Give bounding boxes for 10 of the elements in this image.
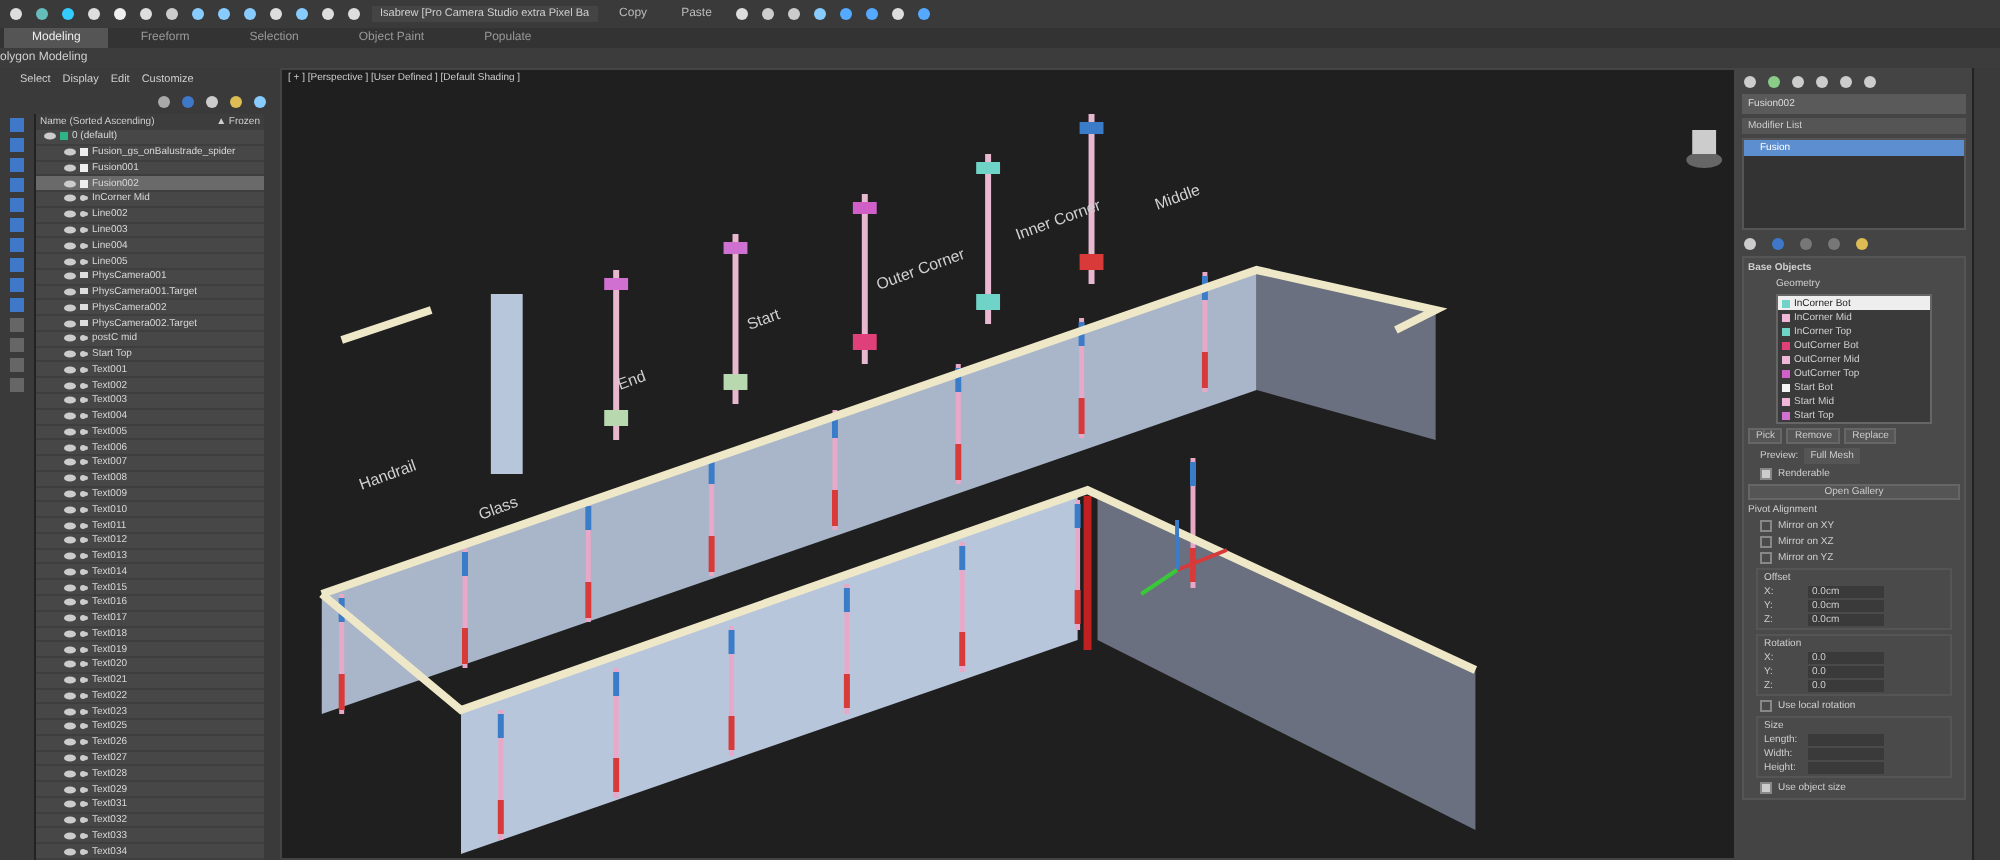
mirror-checkbox[interactable]	[1760, 536, 1772, 548]
object-size-checkbox[interactable]	[1760, 782, 1772, 794]
local-rotation-checkbox[interactable]	[1760, 700, 1772, 712]
view-cube-icon[interactable]	[1686, 130, 1723, 168]
transform-gizmo-icon	[1140, 520, 1228, 596]
mirror-checkbox[interactable]	[1760, 520, 1772, 532]
layer-icon	[60, 132, 68, 141]
spinner-field[interactable]	[1808, 762, 1884, 774]
mirror-checkbox[interactable]	[1760, 552, 1772, 564]
renderable-checkbox[interactable]	[1760, 468, 1772, 480]
